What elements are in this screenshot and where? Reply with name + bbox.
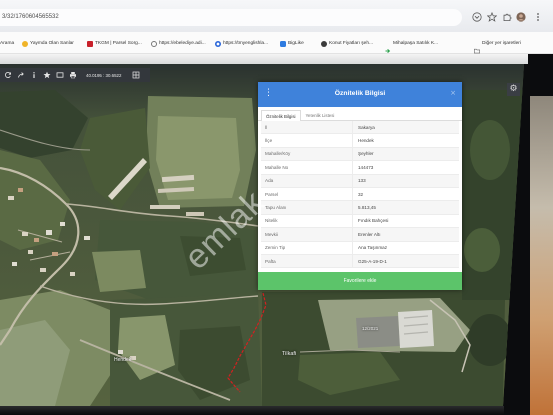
attribute-row: Mevkii Erenler Altı bbox=[261, 228, 459, 242]
bookmarks-bar: Arama Yaymda Olan Sanlar TKGM | Parsel S… bbox=[0, 32, 553, 54]
attribute-value: 5.813,45 bbox=[358, 205, 376, 211]
more-menu-icon[interactable] bbox=[533, 12, 543, 22]
site-icon bbox=[321, 41, 327, 47]
star-icon[interactable] bbox=[487, 12, 497, 22]
bookmark-label: Mihalpaşa Satılık K... bbox=[393, 41, 439, 46]
popup-title: Öznitelik Bilgisi bbox=[334, 90, 386, 97]
bookmark-item[interactable]: BigLike bbox=[280, 40, 304, 48]
popup-header: ⋮ Öznitelik Bilgisi × bbox=[258, 82, 462, 107]
bookmark-label: https://ebelediye.adi... bbox=[159, 41, 206, 46]
attribute-label: İlçe bbox=[261, 134, 353, 147]
grid-icon[interactable] bbox=[132, 71, 140, 79]
attribute-value: Ana Taşınmaz bbox=[358, 245, 388, 251]
tab-list[interactable]: Yetenlik Listesi bbox=[301, 109, 340, 120]
attribute-label: Pafta bbox=[261, 254, 353, 268]
site-icon bbox=[280, 41, 286, 47]
attribute-value: Erenler Altı bbox=[358, 231, 381, 237]
tkgm-icon bbox=[87, 41, 93, 47]
bookmark-label: Yaymda Olan Sanlar bbox=[30, 41, 74, 46]
screen-photo: 3/32/1760604565532 Arama Yaymda Olan San… bbox=[0, 0, 553, 415]
map-label-town: Hendek bbox=[114, 357, 132, 363]
attribute-value: 144473 bbox=[358, 164, 374, 170]
map-view[interactable]: 40.0195 : 30.6522 ⚙ Hendek Tilkafi 12/20… bbox=[0, 64, 524, 406]
attribute-row: Mahalle No 144473 bbox=[261, 161, 459, 175]
screen-bottom-edge bbox=[0, 406, 504, 415]
attribute-label: Mahalle/Köy bbox=[261, 147, 353, 161]
bookmark-label: https://tmyenglishla... bbox=[223, 41, 269, 46]
site-icon bbox=[215, 41, 221, 47]
info-icon[interactable] bbox=[30, 71, 38, 79]
gear-icon[interactable]: ⚙ bbox=[507, 83, 520, 96]
attribute-popup: ⋮ Öznitelik Bilgisi × Öznitelik Bilgisi … bbox=[258, 82, 462, 290]
background-wall bbox=[530, 96, 553, 415]
attribute-label: İl bbox=[261, 121, 353, 134]
folder-icon bbox=[474, 41, 480, 54]
address-bar[interactable]: 3/32/1760604565532 bbox=[0, 9, 462, 26]
attribute-value: Şeyhler bbox=[358, 151, 374, 157]
bookmark-item[interactable]: TKGM | Parsel Sorg... bbox=[87, 40, 142, 48]
layers-icon[interactable] bbox=[56, 71, 64, 79]
bookmark-item[interactable]: Arama bbox=[0, 40, 14, 48]
arrow-icon bbox=[385, 41, 391, 53]
other-bookmarks-folder[interactable]: Diğer yer işaretleri bbox=[474, 40, 521, 54]
bookmark-item[interactable]: Mihalpaşa Satılık K... bbox=[385, 40, 439, 53]
attribute-row: Ada 133 bbox=[261, 174, 459, 188]
coordinate-readout: 40.0195 : 30.6522 bbox=[86, 72, 122, 78]
bookmark-label: Konut Fiyatları şeh... bbox=[329, 41, 373, 46]
attribute-row: Nitelik Fındık Bahçesi bbox=[261, 214, 459, 229]
attribute-row: Zemin Tip Ana Taşınmaz bbox=[261, 241, 459, 255]
profile-avatar[interactable] bbox=[516, 12, 526, 22]
attribute-value: Fındık Bahçesi bbox=[358, 218, 389, 224]
other-bookmarks-label: Diğer yer işaretleri bbox=[482, 41, 521, 46]
attribute-label: Tapu Alanı bbox=[261, 201, 353, 214]
bookmark-label: TKGM | Parsel Sorg... bbox=[95, 41, 142, 46]
print-icon[interactable] bbox=[69, 71, 77, 79]
attribute-table: İl Sakarya İlçe Hendek Mahalle/Köy Şeyhler … bbox=[258, 121, 462, 269]
attribute-label: Zemin Tip bbox=[261, 241, 353, 254]
attribute-label: Parsel bbox=[261, 187, 353, 201]
attribute-value: G25-A-19-D-1 bbox=[358, 258, 387, 264]
attribute-label: Mevkii bbox=[261, 228, 353, 241]
add-to-favorites-button[interactable]: Favorilere ekle bbox=[258, 272, 462, 290]
attribute-label: Ada bbox=[261, 174, 353, 187]
bookmark-item[interactable]: Yaymda Olan Sanlar bbox=[22, 40, 74, 48]
browser-toolbar: 3/32/1760604565532 bbox=[0, 0, 553, 32]
globe-icon bbox=[151, 41, 157, 47]
attribute-label: Mahalle No bbox=[261, 161, 353, 174]
attribute-row: Tapu Alanı 5.813,45 bbox=[261, 201, 459, 215]
close-icon[interactable]: × bbox=[450, 89, 456, 97]
tab-attributes[interactable]: Öznitelik Bilgisi bbox=[261, 110, 301, 121]
chevron-down-icon[interactable] bbox=[472, 12, 482, 22]
attribute-row: Parsel 32 bbox=[261, 187, 459, 202]
attribute-value: Hendek bbox=[358, 138, 374, 144]
bookmark-item[interactable]: https://ebelediye.adi... bbox=[151, 40, 206, 48]
map-label-parcel: 12/2021 bbox=[362, 326, 379, 331]
bookmark-label: Arama bbox=[0, 41, 15, 46]
attribute-value: Sakarya bbox=[358, 124, 375, 130]
map-label-area: Tilkafi bbox=[282, 351, 297, 357]
attribute-row: Pafta G25-A-19-D-1 bbox=[261, 254, 459, 269]
attribute-row: Mahalle/Köy Şeyhler bbox=[261, 147, 459, 162]
attribute-row: İlçe Hendek bbox=[261, 134, 459, 148]
map-toolbar: 40.0195 : 30.6522 bbox=[0, 68, 150, 82]
attribute-value: 133 bbox=[358, 178, 366, 184]
share-icon[interactable] bbox=[17, 71, 25, 79]
page-header-strip bbox=[0, 54, 528, 64]
extensions-icon[interactable] bbox=[502, 12, 512, 22]
bookmark-item[interactable]: Konut Fiyatları şeh... bbox=[321, 40, 373, 48]
attribute-row: İl Sakarya bbox=[261, 121, 459, 135]
refresh-icon[interactable] bbox=[4, 71, 12, 79]
address-url[interactable]: 3/32/1760604565532 bbox=[2, 14, 59, 20]
attribute-label: Nitelik bbox=[261, 214, 353, 228]
attribute-value: 32 bbox=[358, 191, 364, 197]
bookmark-item[interactable]: https://tmyenglishla... bbox=[215, 40, 268, 48]
bookmark-label: BigLike bbox=[288, 41, 304, 46]
site-icon bbox=[22, 41, 28, 47]
popup-tabs: Öznitelik Bilgisi Yetenlik Listesi bbox=[258, 107, 462, 121]
star-icon[interactable] bbox=[43, 71, 51, 79]
